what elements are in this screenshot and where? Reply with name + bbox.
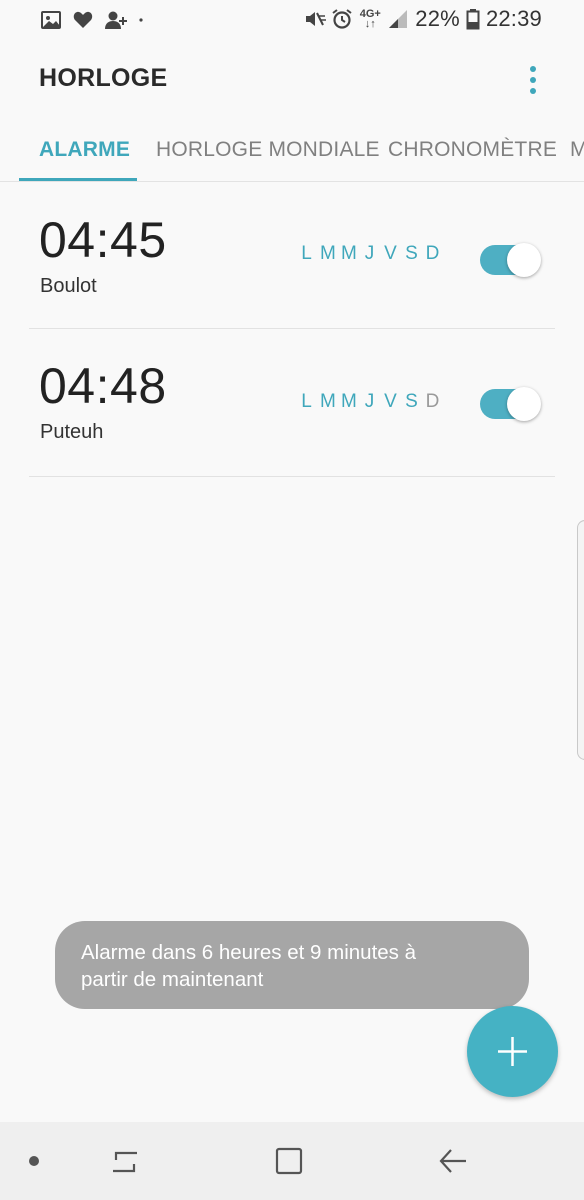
nav-dot-icon[interactable]: [29, 1156, 39, 1166]
heart-icon: [72, 9, 94, 31]
plus-icon: [498, 1037, 527, 1066]
navigation-bar: [0, 1122, 584, 1200]
tab-horloge-mondiale[interactable]: HORLOGE MONDIALE: [156, 138, 380, 162]
page-title: HORLOGE: [39, 64, 168, 92]
back-button[interactable]: [436, 1144, 470, 1178]
signal-icon: [387, 8, 409, 30]
toast-message: Alarme dans 6 heures et 9 minutes à part…: [55, 921, 529, 1009]
day-monday: L: [301, 243, 312, 264]
day-thursday: J: [364, 391, 375, 412]
day-wednesday: M: [341, 391, 357, 412]
alarm-repeat-days: L M M J V S D: [299, 391, 440, 413]
alarm-time: 04:48: [39, 358, 167, 414]
day-saturday: S: [405, 243, 418, 264]
back-icon: [439, 1149, 466, 1173]
day-saturday: S: [405, 391, 418, 412]
alarm-toggle[interactable]: [480, 387, 542, 421]
tab-chronometre[interactable]: CHRONOMÈTRE: [388, 138, 557, 162]
more-dot: [530, 88, 536, 94]
alarm-label: Boulot: [40, 275, 97, 297]
app-bar: HORLOGE: [0, 50, 584, 112]
add-alarm-button[interactable]: [467, 1006, 558, 1097]
system-icons: 4G+ ↓↑ 22% 22:39: [303, 6, 542, 32]
tab-minuteur[interactable]: M: [570, 138, 584, 162]
alarm-icon: [331, 8, 353, 30]
dot-icon: [136, 9, 158, 31]
add-contact-icon: [104, 9, 127, 31]
more-options-button[interactable]: [520, 62, 548, 96]
clock-app-screen: 4G+ ↓↑ 22% 22:39 HORLOGE ALARME HORLOGE M…: [0, 0, 584, 1200]
image-icon: [40, 9, 62, 31]
day-tuesday: M: [320, 391, 336, 412]
alarm-toggle[interactable]: [480, 243, 542, 277]
edge-panel-handle[interactable]: [577, 520, 584, 760]
toast-line-2: partir de maintenant: [81, 968, 264, 991]
alarm-repeat-days: L M M J V S D: [299, 243, 440, 265]
day-tuesday: M: [320, 243, 336, 264]
day-friday: V: [384, 243, 397, 264]
battery-icon: [466, 8, 480, 30]
alarm-label: Puteuh: [40, 421, 104, 443]
more-vertical-icon: [530, 66, 536, 72]
mute-vibrate-icon: [303, 8, 327, 30]
toggle-knob: [507, 243, 541, 277]
toggle-knob: [507, 387, 541, 421]
tab-alarme[interactable]: ALARME: [39, 138, 130, 162]
day-wednesday: M: [341, 243, 357, 264]
battery-percent: 22%: [415, 6, 460, 31]
network-4g-icon: 4G+ ↓↑: [359, 8, 381, 30]
clock-time: 22:39: [485, 6, 542, 31]
more-dot: [530, 77, 536, 83]
day-sunday: D: [425, 391, 440, 412]
network-type: 4G+: [359, 8, 381, 20]
toast-line-1: Alarme dans 6 heures et 9 minutes à: [81, 941, 417, 964]
day-friday: V: [384, 391, 397, 412]
day-monday: L: [301, 391, 312, 412]
home-button[interactable]: [272, 1144, 306, 1178]
status-bar: 4G+ ↓↑ 22% 22:39: [0, 0, 584, 42]
notification-icons: [40, 9, 158, 31]
recent-apps-button[interactable]: [108, 1144, 142, 1178]
tab-bar: ALARME HORLOGE MONDIALE CHRONOMÈTRE M: [0, 130, 584, 182]
day-sunday: D: [425, 243, 440, 264]
alarm-item[interactable]: 04:48 Puteuh L M M J V S D: [29, 329, 555, 477]
alarm-time: 04:45: [39, 212, 167, 268]
home-icon: [275, 1147, 303, 1175]
recent-apps-icon: [113, 1151, 137, 1173]
alarm-item[interactable]: 04:45 Boulot L M M J V S D: [29, 181, 555, 329]
day-thursday: J: [364, 243, 375, 264]
